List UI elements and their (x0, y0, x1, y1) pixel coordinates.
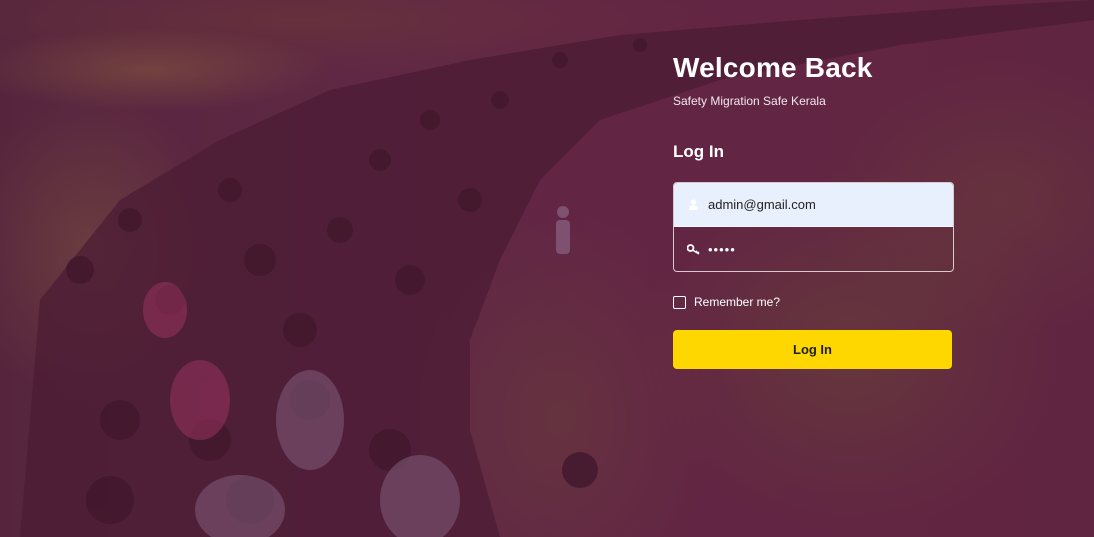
login-heading: Log In (673, 142, 724, 161)
login-page: Welcome Back Safety Migration Safe Keral… (0, 0, 1094, 537)
credentials-group (673, 182, 954, 272)
remember-me-checkbox[interactable] (673, 295, 686, 309)
email-field[interactable] (708, 197, 938, 212)
page-title: Welcome Back (673, 52, 873, 83)
remember-me-label[interactable]: Remember me? (694, 295, 780, 309)
key-icon (686, 243, 700, 255)
login-button[interactable]: Log In (673, 330, 952, 369)
password-field-wrapper (674, 227, 953, 271)
login-panel: Welcome Back Safety Migration Safe Keral… (673, 52, 954, 369)
page-subtitle: Safety Migration Safe Kerala (673, 94, 826, 108)
email-field-wrapper (674, 183, 953, 227)
user-icon (686, 199, 700, 210)
remember-me-row: Remember me? (673, 295, 953, 309)
password-field[interactable] (708, 241, 938, 257)
